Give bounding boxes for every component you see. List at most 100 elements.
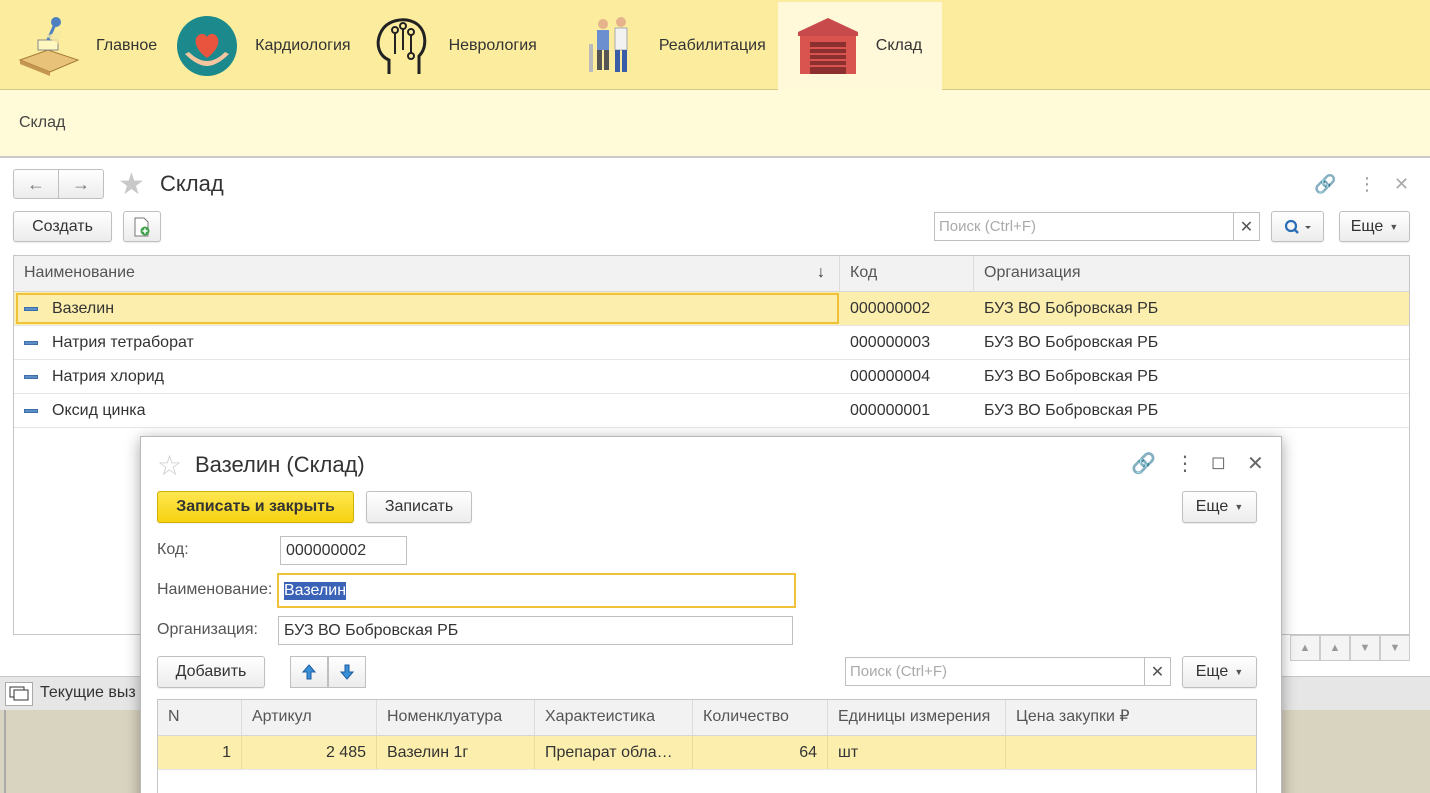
sort-down-icon: ↓ (817, 264, 825, 281)
search-clear-icon[interactable]: ✕ (1233, 212, 1260, 241)
scroll-up-icon[interactable]: ▲ (1320, 635, 1350, 661)
item-icon (24, 408, 38, 413)
favorite-star-icon[interactable]: ★ (118, 167, 145, 202)
move-up-button[interactable] (290, 656, 328, 688)
row-code: 000000002 (850, 300, 931, 317)
add-button[interactable]: Добавить (157, 656, 265, 688)
name-field[interactable]: Вазелин (277, 573, 796, 608)
item-icon (24, 306, 38, 311)
row-org: БУЗ ВО Бобровская РБ (984, 300, 1159, 317)
code-field[interactable]: 000000002 (280, 536, 407, 565)
dialog-title: Вазелин (Склад) (195, 452, 365, 477)
more-button-label: Еще (1195, 498, 1229, 515)
column-header-nomenclature[interactable]: Номенклуатура (377, 700, 535, 736)
search-button[interactable] (1271, 211, 1324, 242)
section-warehouse-label: Склад (875, 37, 923, 54)
favorite-star-icon[interactable]: ☆ (157, 449, 182, 482)
back-arrow-icon[interactable]: ← (14, 170, 59, 198)
more-vert-icon[interactable]: ⋮ (1175, 451, 1195, 476)
column-header-price[interactable]: Цена закупки ₽ (1006, 700, 1256, 736)
column-header-article[interactable]: Артикул (242, 700, 377, 736)
table-row[interactable]: Натрия хлорид 000000004 БУЗ ВО Бобровска… (14, 360, 1409, 394)
row-price (1006, 736, 1256, 769)
column-header-unit[interactable]: Единицы измерения (828, 700, 1006, 736)
table-header: Наименование ↓ Код Организация (14, 256, 1409, 292)
search-icon (1284, 219, 1311, 234)
section-cardiology-label: Кардиология (255, 37, 351, 54)
column-header-n[interactable]: N (158, 700, 242, 736)
save-and-close-button[interactable]: Записать и закрыть (157, 491, 354, 523)
section-cardiology[interactable]: Кардиология (169, 2, 362, 90)
org-label: Организация: (157, 621, 258, 638)
table-row[interactable]: Оксид цинка 000000001 БУЗ ВО Бобровская … (14, 394, 1409, 428)
save-button[interactable]: Записать (366, 491, 472, 523)
column-header-characteristic[interactable]: Характеистика (535, 700, 693, 736)
bottom-panel-label[interactable]: Текущие выз (40, 684, 136, 702)
table-scroll-buttons: ▲ ▲ ▼ ▼ (1290, 635, 1410, 661)
scroll-bottom-icon[interactable]: ▼ (1380, 635, 1410, 661)
column-header-code[interactable]: Код (840, 256, 974, 292)
nav-buttons: ← → (13, 169, 104, 199)
section-rehabilitation[interactable]: Реабилитация (549, 2, 778, 90)
row-characteristic: Препарат обла… (535, 736, 693, 769)
page-title: Склад (160, 171, 224, 196)
close-icon[interactable]: ✕ (1394, 174, 1409, 195)
name-label: Наименование: (157, 581, 273, 598)
item-icon (24, 340, 38, 345)
maximize-icon[interactable]: ◻ (1211, 452, 1226, 473)
rehabilitation-icon (579, 14, 643, 78)
row-n: 1 (158, 736, 242, 769)
table-row[interactable]: 1 2 485 Вазелин 1г Препарат обла… 64 шт (158, 736, 1256, 770)
goods-table-header: N Артикул Номенклуатура Характеистика Ко… (158, 700, 1256, 736)
copy-button[interactable] (123, 211, 161, 242)
column-header-name-label: Наименование (24, 264, 135, 281)
close-icon[interactable]: ✕ (1247, 451, 1264, 476)
breadcrumb[interactable]: Склад (19, 114, 65, 132)
chevron-down-icon: ▼ (1234, 502, 1244, 512)
row-name: Натрия тетраборат (52, 334, 194, 351)
section-main[interactable]: Главное (10, 2, 169, 90)
row-org: БУЗ ВО Бобровская РБ (984, 402, 1159, 419)
table-row[interactable]: Натрия тетраборат 000000003 БУЗ ВО Бобро… (14, 326, 1409, 360)
section-rehabilitation-label: Реабилитация (658, 37, 766, 54)
table-row[interactable]: Вазелин 000000002 БУЗ ВО Бобровская РБ (14, 292, 1409, 326)
column-header-org[interactable]: Организация (974, 256, 1410, 292)
chevron-down-icon: ▼ (1389, 221, 1399, 232)
column-header-name[interactable]: Наименование ↓ (14, 256, 840, 292)
row-org: БУЗ ВО Бобровская РБ (984, 334, 1159, 351)
goods-table: N Артикул Номенклуатура Характеистика Ко… (157, 699, 1257, 793)
more-button-label: Еще (1350, 217, 1384, 235)
warehouse-icon (796, 14, 860, 78)
link-icon[interactable]: 🔗 (1314, 174, 1336, 195)
section-neurology[interactable]: Неврология (363, 2, 549, 90)
column-header-qty[interactable]: Количество (693, 700, 828, 736)
chevron-down-icon: ▼ (1234, 667, 1244, 677)
row-org: БУЗ ВО Бобровская РБ (984, 368, 1159, 385)
row-name: Вазелин (52, 300, 115, 317)
arrow-down-icon (340, 664, 354, 680)
search-input[interactable]: Поиск (Ctrl+F) (934, 212, 1234, 241)
more-vert-icon[interactable]: ⋮ (1358, 174, 1376, 195)
desk-lamp-icon (16, 14, 80, 78)
subsection-bar: Склад (0, 90, 1430, 158)
arrow-up-icon (302, 664, 316, 680)
create-button[interactable]: Создать (13, 211, 112, 242)
code-label: Код: (157, 541, 189, 558)
link-icon[interactable]: 🔗 (1131, 451, 1156, 476)
row-qty: 64 (693, 736, 828, 769)
sections-panel: Главное Кардиология Неврология Реабилита… (0, 0, 1430, 90)
org-field[interactable]: БУЗ ВО Бобровская РБ (278, 616, 793, 645)
forward-arrow-icon[interactable]: → (59, 170, 103, 198)
move-down-button[interactable] (328, 656, 366, 688)
table-more-button[interactable]: Еще ▼ (1182, 656, 1257, 688)
monitor-icon[interactable] (5, 682, 33, 706)
row-code: 000000001 (850, 402, 931, 419)
more-button[interactable]: Еще ▼ (1182, 491, 1257, 523)
search-clear-icon[interactable]: ✕ (1144, 657, 1171, 686)
scroll-down-icon[interactable]: ▼ (1350, 635, 1380, 661)
section-warehouse[interactable]: Склад (777, 2, 943, 90)
table-search-input[interactable]: Поиск (Ctrl+F) (845, 657, 1145, 686)
scroll-top-icon[interactable]: ▲ (1290, 635, 1320, 661)
row-unit: шт (828, 736, 1006, 769)
more-button[interactable]: Еще ▼ (1339, 211, 1410, 242)
